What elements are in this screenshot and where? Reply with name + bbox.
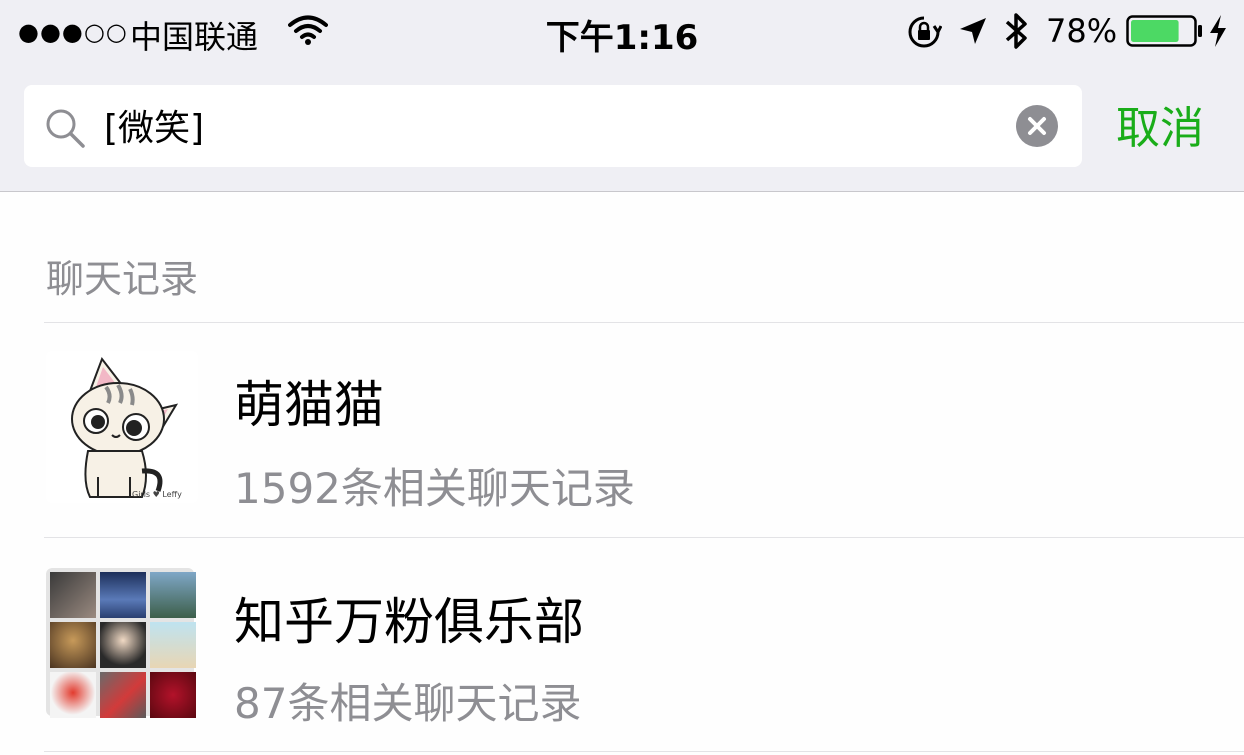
cancel-button[interactable]: 取消	[1116, 92, 1204, 156]
result-subtitle: 87条相关聊天记录	[234, 679, 582, 728]
result-row[interactable]: 知乎万粉俱乐部 87条相关聊天记录	[0, 538, 1244, 752]
location-arrow-icon	[958, 16, 988, 50]
battery-icon	[1126, 15, 1204, 51]
member-avatar	[50, 622, 96, 668]
result-subtitle: 1592条相关聊天记录	[234, 464, 635, 513]
result-name: 知乎万粉俱乐部	[234, 593, 584, 651]
rotation-lock-icon	[906, 14, 943, 54]
status-bar: ●●●○○ 中国联通 下午1:16 78%	[0, 0, 1244, 62]
member-avatar	[150, 672, 196, 718]
group-avatar-grid	[46, 568, 196, 718]
search-icon	[44, 107, 86, 153]
cat-avatar-illustration: Girls ♥ Leffy	[71, 356, 182, 499]
result-name: 萌猫猫	[234, 376, 384, 434]
section-title-chat-history: 聊天记录	[46, 257, 199, 301]
member-avatar	[100, 572, 146, 618]
member-avatar	[150, 622, 196, 668]
search-input[interactable]	[104, 99, 1004, 151]
bluetooth-icon	[1004, 10, 1030, 56]
search-bar: 取消	[0, 62, 1244, 192]
search-field[interactable]	[24, 85, 1082, 167]
member-avatar	[50, 672, 96, 718]
member-avatar	[50, 572, 96, 618]
charging-bolt-icon	[1208, 14, 1228, 52]
svg-text:Girls ♥ Leffy: Girls ♥ Leffy	[132, 490, 182, 499]
member-avatar	[150, 572, 196, 618]
clear-search-icon[interactable]	[1016, 105, 1058, 151]
result-row[interactable]: Girls ♥ Leffy 萌猫猫 1592条相关聊天记录	[0, 323, 1244, 537]
divider	[44, 751, 1244, 752]
group-avatar	[46, 568, 198, 720]
member-avatar	[100, 622, 146, 668]
member-avatar	[100, 672, 146, 718]
battery-percentage: 78%	[1046, 12, 1118, 50]
avatar: Girls ♥ Leffy	[46, 351, 198, 503]
